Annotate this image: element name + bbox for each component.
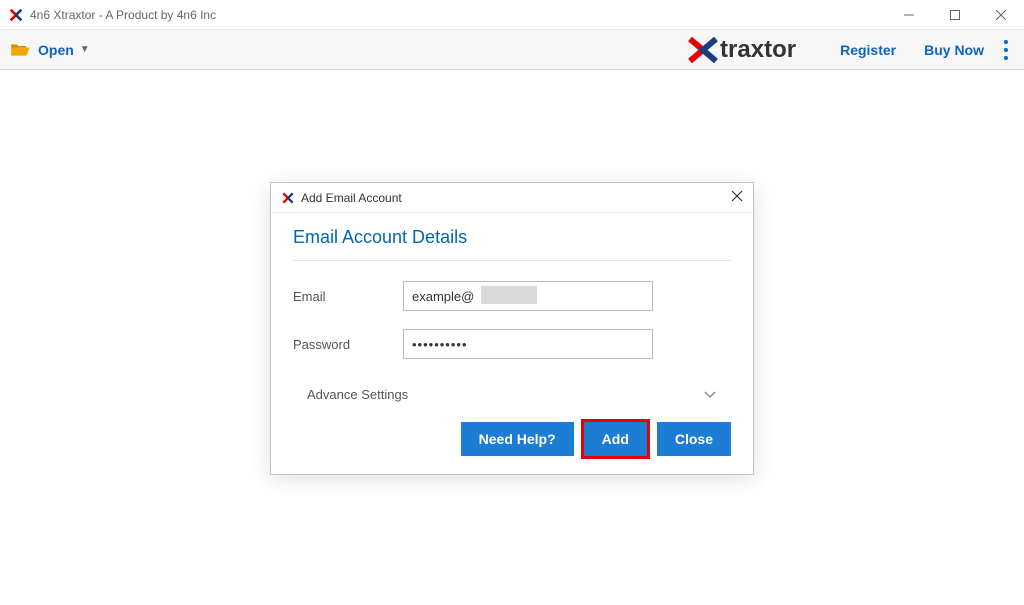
advance-settings-toggle[interactable]: Advance Settings <box>293 377 731 422</box>
advance-settings-label: Advance Settings <box>307 387 408 402</box>
password-row: Password <box>293 329 731 359</box>
close-button[interactable]: Close <box>657 422 731 456</box>
email-label: Email <box>293 289 403 304</box>
add-email-account-dialog: Add Email Account Email Account Details … <box>270 182 754 475</box>
add-button[interactable]: Add <box>584 422 647 456</box>
app-icon <box>8 7 24 23</box>
window-close-button[interactable] <box>978 0 1024 30</box>
window-controls <box>886 0 1024 30</box>
dialog-title: Add Email Account <box>301 191 731 205</box>
folder-open-icon <box>10 42 30 58</box>
window-title: 4n6 Xtraxtor - A Product by 4n6 Inc <box>30 8 886 22</box>
more-menu-button[interactable] <box>998 38 1014 62</box>
brand-logo: traxtor <box>688 36 796 64</box>
minimize-button[interactable] <box>886 0 932 30</box>
email-row: Email <box>293 281 731 311</box>
dialog-close-button[interactable] <box>731 189 743 207</box>
redaction-box <box>481 286 537 304</box>
dialog-titlebar: Add Email Account <box>271 183 753 213</box>
brand-text: traxtor <box>720 36 796 64</box>
caret-down-icon: ▼ <box>80 44 90 55</box>
password-input[interactable] <box>403 329 653 359</box>
maximize-button[interactable] <box>932 0 978 30</box>
open-label: Open <box>38 42 74 58</box>
email-input-wrapper <box>403 281 653 311</box>
window-titlebar: 4n6 Xtraxtor - A Product by 4n6 Inc <box>0 0 1024 30</box>
brand-x-icon <box>688 37 718 63</box>
buy-now-link[interactable]: Buy Now <box>924 42 984 58</box>
register-link[interactable]: Register <box>840 42 896 58</box>
chevron-down-icon <box>703 387 717 402</box>
dialog-app-icon <box>281 191 295 205</box>
need-help-button[interactable]: Need Help? <box>461 422 574 456</box>
dialog-body: Email Account Details Email Password Adv… <box>271 213 753 474</box>
password-label: Password <box>293 337 403 352</box>
main-toolbar: Open ▼ traxtor Register Buy Now <box>0 30 1024 70</box>
dialog-footer: Need Help? Add Close <box>293 422 731 456</box>
open-button[interactable]: Open ▼ <box>10 42 90 58</box>
section-title: Email Account Details <box>293 227 731 261</box>
close-icon <box>731 190 743 202</box>
